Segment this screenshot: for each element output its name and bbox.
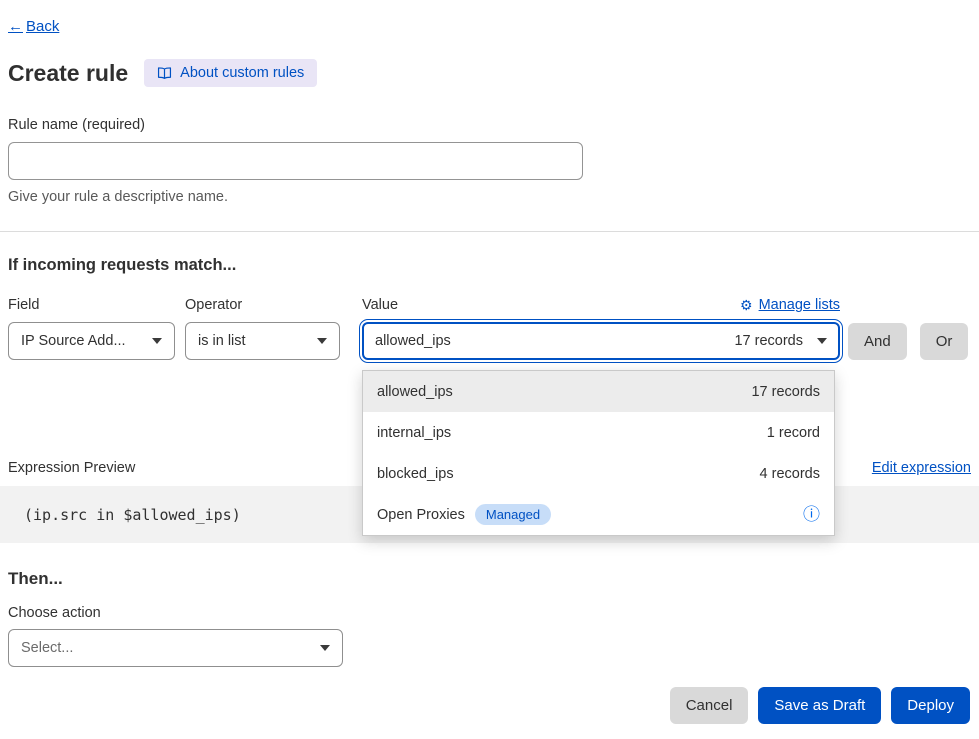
save-as-draft-button[interactable]: Save as Draft (758, 687, 881, 724)
page-title: Create rule (8, 60, 128, 87)
gear-icon: ⚙ (740, 298, 753, 312)
list-item-allowed-ips[interactable]: allowed_ips 17 records (363, 371, 834, 412)
create-rule-page: ← Back Create rule About custom rules Ru… (0, 0, 979, 739)
list-item-name: allowed_ips (377, 384, 453, 400)
or-button[interactable]: Or (920, 323, 969, 360)
chevron-down-icon (317, 338, 327, 344)
about-badge-label: About custom rules (180, 65, 304, 81)
field-label: Field (8, 297, 175, 313)
list-item-name: Open Proxies (377, 507, 465, 523)
managed-badge: Managed (475, 504, 551, 525)
value-column: Value ⚙ Manage lists allowed_ips 17 reco… (362, 297, 840, 360)
value-label: Value (362, 297, 398, 313)
value-select[interactable]: allowed_ips 17 records (362, 322, 840, 360)
list-item-name: internal_ips (377, 425, 451, 441)
list-item-open-proxies[interactable]: Open Proxies Managed ⓘ (363, 494, 834, 535)
list-dropdown-panel: allowed_ips 17 records internal_ips 1 re… (362, 370, 835, 536)
back-row: ← Back (0, 0, 979, 35)
expression-preview-label: Expression Preview (8, 460, 135, 476)
and-or-buttons: And Or (848, 323, 968, 360)
back-arrow-icon: ← (8, 18, 23, 35)
rule-name-helper: Give your rule a descriptive name. (8, 189, 971, 205)
expression-code: (ip.src in $allowed_ips) (24, 506, 241, 524)
value-select-wrap: allowed_ips 17 records allowed_ips 17 re… (362, 322, 840, 360)
action-select[interactable]: Select... (8, 629, 343, 667)
back-label: Back (26, 18, 59, 35)
value-select-meta: 17 records (734, 333, 803, 349)
action-select-placeholder: Select... (21, 640, 73, 656)
about-custom-rules-link[interactable]: About custom rules (144, 59, 317, 87)
manage-lists-label: Manage lists (759, 297, 840, 313)
book-icon (157, 67, 172, 80)
field-select[interactable]: IP Source Add... (8, 322, 175, 360)
info-icon[interactable]: ⓘ (803, 506, 820, 523)
value-label-row: Value ⚙ Manage lists (362, 297, 840, 313)
choose-action-label: Choose action (8, 605, 971, 621)
list-item-left: Open Proxies Managed (377, 504, 551, 525)
list-item-meta: 4 records (760, 466, 820, 482)
cancel-button[interactable]: Cancel (670, 687, 749, 724)
list-item-meta: 1 record (767, 425, 820, 441)
deploy-button[interactable]: Deploy (891, 687, 970, 724)
chevron-down-icon (817, 338, 827, 344)
list-item-blocked-ips[interactable]: blocked_ips 4 records (363, 453, 834, 494)
operator-select-value: is in list (198, 333, 246, 349)
list-item-meta: 17 records (751, 384, 820, 400)
operator-column: Operator is in list (185, 297, 340, 360)
chevron-down-icon (152, 338, 162, 344)
list-item-internal-ips[interactable]: internal_ips 1 record (363, 412, 834, 453)
value-select-right: 17 records (734, 333, 827, 349)
footer-actions: Cancel Save as Draft Deploy (9, 687, 970, 724)
manage-lists-link[interactable]: ⚙ Manage lists (740, 297, 840, 313)
value-select-value: allowed_ips (375, 333, 451, 349)
title-row: Create rule About custom rules (8, 59, 971, 87)
rule-name-input[interactable] (8, 142, 583, 180)
field-column: Field IP Source Add... (8, 297, 175, 360)
back-link[interactable]: ← Back (8, 18, 59, 35)
section-divider (0, 231, 979, 232)
chevron-down-icon (320, 645, 330, 651)
rule-name-label: Rule name (required) (8, 117, 971, 133)
list-item-name: blocked_ips (377, 466, 454, 482)
match-controls-row: Field IP Source Add... Operator is in li… (8, 297, 971, 360)
match-heading: If incoming requests match... (8, 256, 971, 275)
and-button[interactable]: And (848, 323, 907, 360)
then-heading: Then... (8, 569, 971, 589)
operator-label: Operator (185, 297, 340, 313)
field-select-value: IP Source Add... (21, 333, 126, 349)
operator-select[interactable]: is in list (185, 322, 340, 360)
edit-expression-link[interactable]: Edit expression (872, 460, 971, 476)
